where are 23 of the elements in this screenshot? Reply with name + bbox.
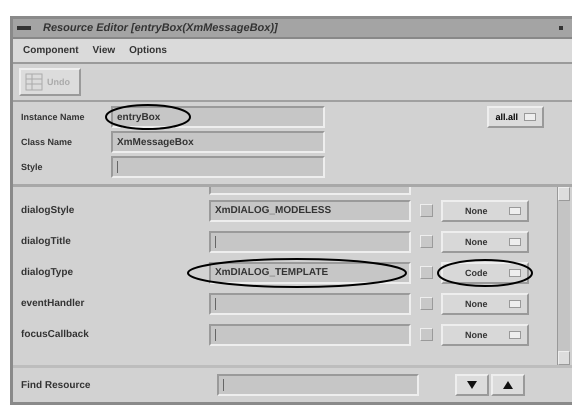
field-label: Instance Name: [21, 112, 86, 122]
resource-name: eventHandler: [21, 298, 86, 309]
text-field[interactable]: XmDIALOG_TEMPLATE: [209, 262, 411, 284]
option-menu[interactable]: None: [441, 324, 529, 346]
field-label: Style: [21, 162, 44, 172]
option-menu[interactable]: None: [441, 292, 529, 314]
text-field[interactable]: XmMessageBox: [111, 131, 325, 153]
resource-name: dialogType: [21, 267, 74, 278]
find-label: Find Resource: [21, 380, 92, 390]
menu-item[interactable]: Options: [129, 45, 167, 56]
text-field[interactable]: XmDIALOG_MODELESS: [209, 200, 411, 222]
resource-name: dialogTitle: [21, 236, 72, 247]
option-menu[interactable]: None: [441, 200, 529, 222]
scope-button[interactable]: all.all: [487, 106, 544, 128]
field-label: Class Name: [21, 137, 74, 147]
menu-item[interactable]: Component: [23, 45, 79, 56]
option-menu[interactable]: None: [441, 230, 529, 252]
menu-item[interactable]: View: [92, 45, 116, 56]
option-menu[interactable]: Code: [441, 262, 529, 284]
window-title: Resource Editor [entryBox(XmMessageBox)]: [43, 22, 279, 34]
text-field[interactable]: entryBox: [111, 106, 325, 128]
resource-name: focusCallback: [21, 329, 90, 340]
resource-name: dialogStyle: [21, 205, 76, 216]
